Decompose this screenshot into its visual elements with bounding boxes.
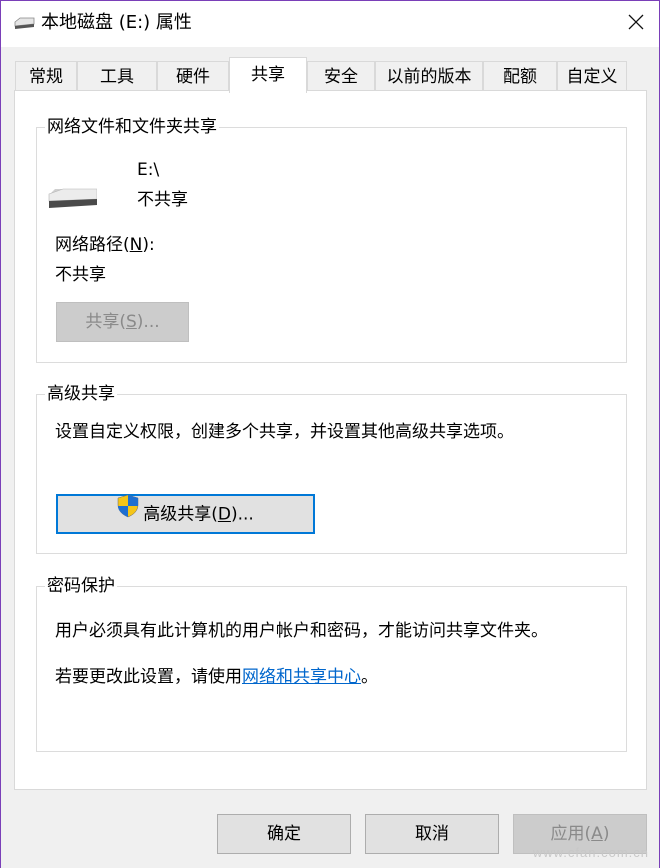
password-protection-description: 用户必须具有此计算机的用户帐户和密码，才能访问共享文件夹。	[55, 621, 548, 641]
properties-window: 本地磁盘 (E:) 属性 常规 工具 硬件 共享 安全 以前的版本 配额 自定义…	[0, 0, 660, 868]
tab-previous-versions[interactable]: 以前的版本	[375, 61, 483, 91]
ok-button[interactable]: 确定	[217, 814, 351, 854]
password-protection-legend: 密码保护	[45, 575, 117, 597]
network-sharing-legend: 网络文件和文件夹共享	[45, 116, 219, 138]
advanced-sharing-description: 设置自定义权限，创建多个共享，并设置其他高级共享选项。	[55, 422, 514, 442]
window-title: 本地磁盘 (E:) 属性	[41, 12, 192, 33]
advanced-sharing-legend: 高级共享	[45, 383, 117, 405]
network-path-label: 网络路径(N):	[55, 235, 155, 255]
tab-security[interactable]: 安全	[307, 61, 375, 91]
drive-path: E:\	[137, 160, 160, 180]
title-bar: 本地磁盘 (E:) 属性	[1, 1, 659, 47]
cancel-button[interactable]: 取消	[365, 814, 499, 854]
share-button[interactable]: 共享(S)...	[56, 302, 189, 342]
close-button[interactable]	[613, 1, 659, 47]
tab-quota[interactable]: 配额	[483, 61, 557, 91]
tab-general[interactable]: 常规	[15, 61, 77, 91]
tab-tools[interactable]: 工具	[77, 61, 157, 91]
network-path-value: 不共享	[55, 265, 106, 285]
advanced-sharing-button[interactable]: 高级共享(D)...	[56, 494, 315, 534]
tab-sharing[interactable]: 共享	[229, 57, 307, 93]
network-sharing-center-link[interactable]: 网络和共享中心	[242, 667, 361, 687]
tab-hardware[interactable]: 硬件	[157, 61, 229, 91]
password-change-text: 若要更改此设置，请使用网络和共享中心。	[55, 667, 378, 687]
tab-customize[interactable]: 自定义	[557, 61, 627, 91]
close-icon	[628, 14, 644, 35]
drive-large-icon	[47, 181, 98, 211]
watermark: www.cfan.com.cn	[532, 845, 649, 860]
tab-strip: 常规 工具 硬件 共享 安全 以前的版本 配额 自定义	[1, 57, 659, 93]
uac-shield-icon	[117, 494, 139, 531]
drive-share-status: 不共享	[137, 190, 188, 210]
drive-icon	[13, 15, 35, 31]
